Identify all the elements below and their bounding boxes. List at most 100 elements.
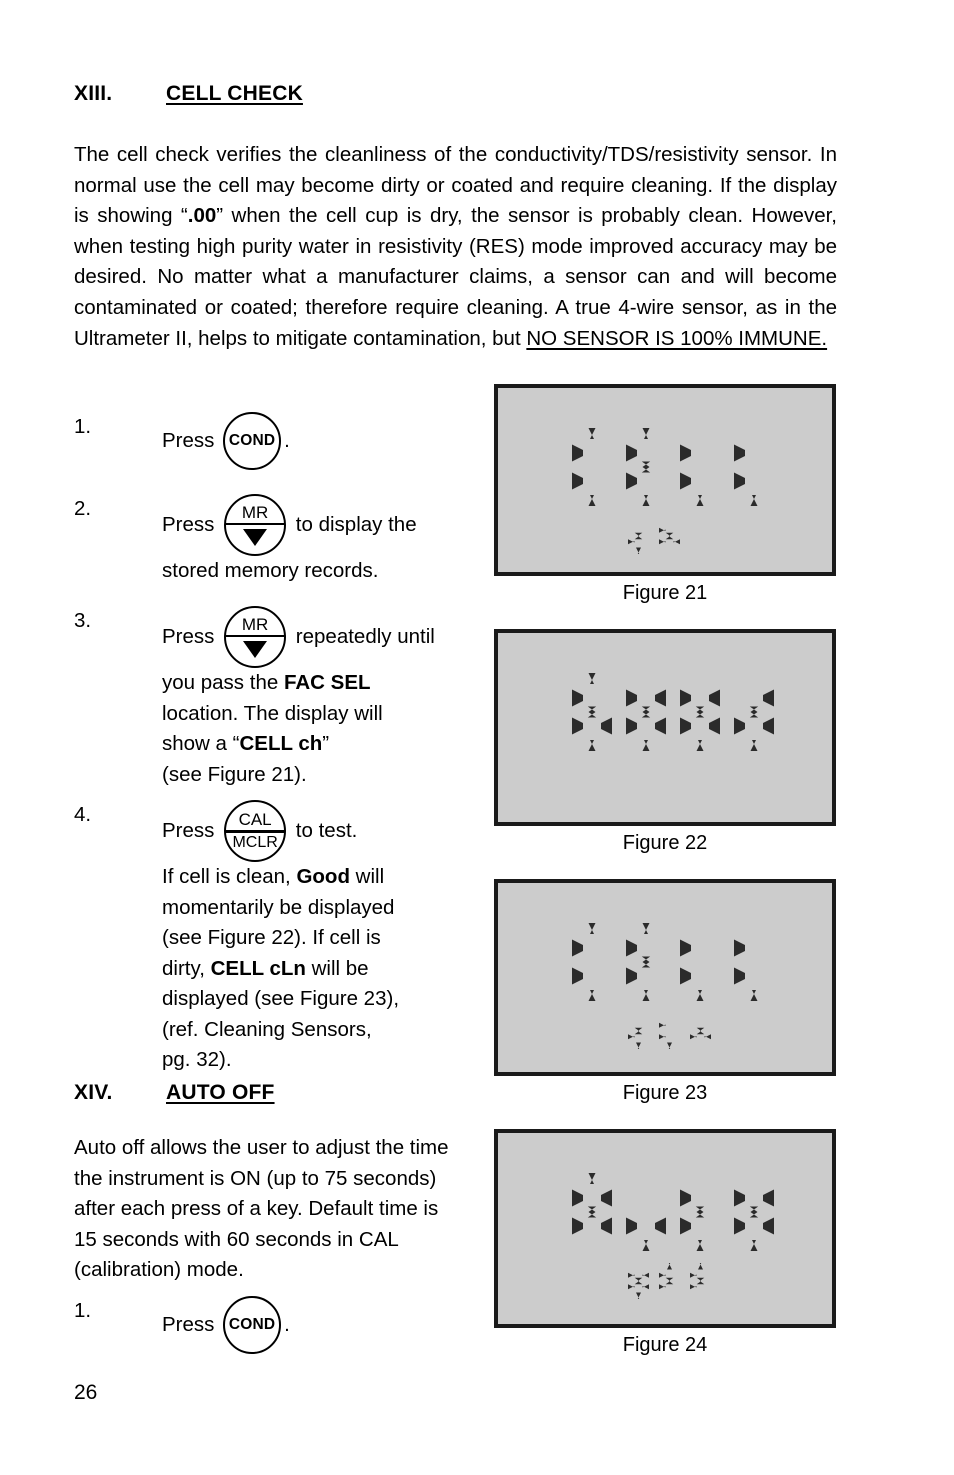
step-line: you pass the FAC SEL (162, 668, 435, 699)
step-line: displayed (see Figure 23), (162, 984, 399, 1015)
section-numeral: XIV. (74, 1081, 113, 1104)
step-number: 1. (74, 1299, 92, 1322)
step-text: Press (162, 1312, 221, 1336)
step-body: Press CAL MCLR to test. If cell is clean, … (162, 800, 399, 1076)
step-text: (see Figure 22). If cell is (162, 926, 381, 949)
step-text: CELL cLn (210, 956, 306, 980)
step-line: (ref. Cleaning Sensors, (162, 1015, 399, 1046)
key-label: COND (228, 1316, 276, 1334)
step-body: Press COND. (162, 412, 290, 470)
step-text: show a “ (162, 732, 240, 755)
section-title: CELL CHECK (166, 82, 303, 105)
step-text: location. The display will (162, 701, 383, 725)
step-line: location. The display will (162, 699, 435, 730)
section-title: AUTO OFF (166, 1081, 275, 1104)
step-line: Press MR repeatedly until (162, 606, 435, 668)
step-text: pg. 32). (162, 1048, 232, 1071)
page-number: 26 (74, 1381, 98, 1404)
figure-21: Figure 21 (494, 384, 836, 605)
step-number: 1. (74, 415, 92, 438)
key-label-bottom: MCLR (232, 833, 278, 851)
step-line: momentarily be displayed (162, 893, 399, 924)
lcd-segment-text (572, 923, 758, 1049)
step-text: repeatedly until (290, 624, 435, 648)
step-line: If cell is clean, Good will (162, 862, 399, 893)
step-line: (see Figure 22). If cell is (162, 923, 399, 954)
key-divider (226, 522, 285, 526)
step-text: Press (162, 624, 221, 648)
numbered-step: 1. Press COND. (74, 412, 290, 470)
step-line: stored memory records. (162, 556, 417, 587)
step-text: (see Figure 21). (162, 762, 307, 786)
step-text: dirty, (162, 956, 211, 980)
numbered-step: 2. Press MR to display the stored memory r… (74, 494, 417, 587)
step-text: will be (305, 956, 369, 980)
figure-caption: Figure 22 (622, 832, 708, 854)
step-text: to test. (290, 818, 358, 842)
step-line: (see Figure 21). (162, 760, 435, 791)
key-label-top: CAL (238, 810, 272, 830)
step-text: you pass the (162, 671, 284, 694)
step-text: stored memory records. (162, 559, 379, 582)
step-number: 3. (74, 609, 92, 632)
step-line: Press CAL MCLR to test. (162, 800, 399, 862)
lcd-display (494, 879, 836, 1076)
step-text: momentarily be displayed (162, 895, 395, 919)
step-body: Press MR repeatedly until you pass the FA… (162, 606, 435, 790)
step-line: show a “CELL ch” (162, 729, 435, 760)
figure-caption: Figure 24 (622, 1334, 708, 1356)
key-divider (226, 634, 285, 638)
step-text: ” (322, 732, 330, 755)
auto-off-paragraph: Auto off allows the user to adjust the t… (74, 1136, 449, 1282)
section-numeral: XIII. (74, 82, 113, 105)
step-line: Press COND. (162, 1296, 290, 1354)
key-divider (226, 830, 285, 833)
figure-24: Figure 24 (494, 1129, 836, 1357)
step-body: Press COND. (162, 1296, 290, 1354)
section-heading-auto-off: XIV. AUTO OFF (74, 1081, 275, 1105)
numbered-step: 4. Press CAL MCLR to test. If cell is clean… (74, 800, 399, 1076)
numbered-step: 3. Press MR repeatedly until you pass the … (74, 606, 435, 790)
key-label-top: MR (241, 502, 269, 522)
step-body: Press MR to display the stored memory rec… (162, 494, 417, 587)
key-label-top: MR (241, 614, 269, 634)
step-text: If cell is clean, (162, 865, 297, 888)
step-text: will (349, 865, 385, 888)
key-button-cal[interactable]: CAL MCLR (224, 800, 287, 862)
lcd-display (494, 629, 836, 826)
key-button-mr[interactable]: MR (224, 494, 287, 556)
step-line: dirty, CELL cLn will be (162, 954, 399, 985)
step-text: Press (162, 818, 221, 842)
key-label: COND (228, 432, 276, 450)
figure-caption: Figure 21 (622, 582, 708, 604)
step-line: Press MR to display the (162, 494, 417, 556)
lcd-segment-text (572, 1173, 774, 1299)
step-text: Good (296, 865, 350, 888)
key-button-cond[interactable]: COND (223, 1296, 282, 1354)
figure-caption: Figure 23 (622, 1082, 708, 1104)
manual-page: XIII. CELL CHECK The cell check verifies … (0, 0, 954, 1475)
lcd-segment-text (572, 673, 774, 751)
step-line: pg. 32). (162, 1045, 399, 1076)
step-number: 4. (74, 803, 92, 826)
step-number: 2. (74, 497, 92, 520)
arrow-down-icon (243, 641, 268, 659)
cell-check-paragraph: The cell check verifies the cleanliness … (74, 140, 837, 354)
paragraph-run-1: .00 (187, 204, 217, 228)
step-text: . (284, 1312, 290, 1336)
step-text: FAC SEL (283, 671, 371, 694)
paragraph-run-3: NO SENSOR IS 100% IMMUNE. (526, 326, 828, 350)
figure-23: Figure 23 (494, 879, 836, 1105)
arrow-down-icon (243, 529, 268, 547)
lcd-segment-text (572, 428, 758, 554)
step-text: Press (162, 428, 221, 452)
lcd-display (494, 1129, 836, 1328)
lcd-display (494, 384, 836, 576)
key-button-cond[interactable]: COND (223, 412, 282, 470)
step-text: Press (162, 512, 221, 536)
step-text: CELL ch (239, 732, 323, 755)
key-button-mr[interactable]: MR (224, 606, 287, 668)
numbered-step: 1. Press COND. (74, 1296, 290, 1354)
step-text: . (284, 428, 290, 452)
step-text: to display the (290, 512, 417, 536)
